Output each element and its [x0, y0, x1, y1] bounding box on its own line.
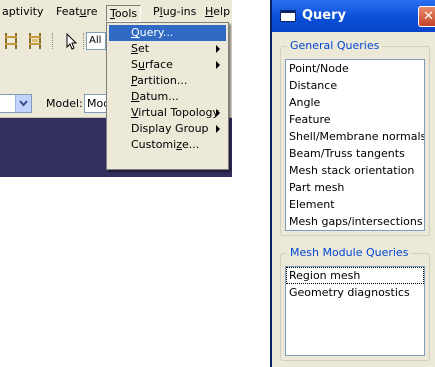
list-item[interactable]: Mesh stack orientation — [286, 162, 424, 179]
tools-menu-item-customize-label: e... — [181, 138, 200, 151]
tools-menu-item-set[interactable]: Set — [109, 41, 226, 57]
dialog-title-bar[interactable]: Query ✕ — [272, 0, 435, 32]
tools-menu-item-query-accel: Q — [131, 26, 140, 39]
menu-tools[interactable]: Tools — [106, 5, 142, 22]
tools-menu-item-datum-label: atum... — [139, 90, 179, 103]
list-item[interactable]: Point/Node — [286, 60, 424, 77]
selection-filter-value: All — [89, 35, 102, 46]
chevron-down-icon[interactable] — [15, 95, 31, 112]
menu-plug-ins[interactable]: Plug-ins — [149, 4, 200, 21]
submenu-arrow-icon — [216, 125, 220, 133]
menu-help-label-post: elp — [213, 5, 231, 18]
mesh-seed-icon[interactable] — [2, 31, 20, 51]
list-item[interactable]: Distance — [286, 77, 424, 94]
tools-menu-item-surface[interactable]: Surface — [109, 57, 226, 73]
menu-tools-label-post: ools — [114, 7, 138, 20]
selection-filter-combo[interactable]: All — [86, 32, 106, 50]
tools-menu-item-partition-label: artition... — [137, 74, 188, 87]
tools-menu-item-customize-pre: Customi — [131, 138, 177, 151]
list-item[interactable]: Geometry diagnostics — [286, 284, 424, 301]
toolbar-separator — [52, 33, 53, 49]
window-icon — [280, 10, 296, 22]
query-dialog: Query ✕ General Queries Point/Node Dista… — [270, 0, 435, 367]
menu-plug-ins-label-post: ug-ins — [162, 5, 197, 18]
menu-adaptivity[interactable]: aptivity — [0, 4, 47, 21]
tools-menu-item-query-label: uery... — [139, 26, 174, 39]
submenu-arrow-icon — [216, 61, 220, 69]
mesh-part-icon[interactable] — [26, 31, 44, 51]
tools-menu-item-display-group-label: Display Group — [131, 122, 209, 135]
list-item[interactable]: Feature — [286, 111, 424, 128]
mesh-module-queries-list[interactable]: Region mesh Geometry diagnostics — [285, 266, 425, 356]
menu-help[interactable]: Help — [201, 4, 232, 21]
menu-feature[interactable]: Feature — [52, 4, 102, 21]
list-item[interactable]: Mesh gaps/intersections — [286, 213, 424, 230]
list-item[interactable]: Beam/Truss tangents — [286, 145, 424, 162]
toolbar-separator — [83, 33, 84, 49]
list-item[interactable]: Region mesh — [286, 267, 424, 284]
tools-menu-dropdown: Query... Set Surface Partition... Datum.… — [106, 22, 229, 170]
menu-feature-label-post: re — [86, 5, 98, 18]
application-window: aptivity Feature Tools Plug-ins Help All… — [0, 0, 232, 177]
tools-menu-item-set-label: et — [137, 42, 150, 55]
tools-menu-item-virtual-topology[interactable]: Virtual Topology — [109, 105, 226, 121]
submenu-arrow-icon — [216, 45, 220, 53]
menu-bar: aptivity Feature Tools Plug-ins Help — [0, 0, 232, 23]
tools-menu-item-query[interactable]: Query... — [109, 25, 226, 41]
list-item[interactable]: Shell/Membrane normals — [286, 128, 424, 145]
tools-menu-item-set-accel: S — [131, 42, 138, 55]
tools-menu-item-surface-pre: S — [131, 58, 138, 71]
list-item[interactable]: Angle — [286, 94, 424, 111]
dialog-title: Query — [302, 8, 347, 23]
menu-feature-accel: u — [79, 5, 87, 18]
menu-plug-ins-label-pre: P — [153, 5, 160, 18]
tools-menu-item-partition[interactable]: Partition... — [109, 73, 226, 89]
tools-menu-item-surface-accel: u — [137, 58, 145, 71]
general-queries-title: General Queries — [287, 39, 383, 52]
model-label: Model: — [46, 97, 83, 110]
mesh-module-queries-title: Mesh Module Queries — [287, 246, 412, 259]
general-queries-list[interactable]: Point/Node Distance Angle Feature Shell/… — [285, 59, 425, 231]
tools-menu-item-virtual-topology-label: irtual Topology — [138, 106, 220, 119]
menu-feature-label-pre: Feat — [56, 5, 80, 18]
tools-menu-item-customize[interactable]: Customize... — [109, 137, 226, 153]
tools-menu-item-datum[interactable]: Datum... — [109, 89, 226, 105]
select-arrow-icon[interactable] — [62, 31, 80, 51]
general-queries-group: General Queries Point/Node Distance Angl… — [280, 39, 430, 236]
module-combo[interactable] — [0, 94, 32, 113]
submenu-arrow-icon — [216, 109, 220, 117]
tools-menu-item-display-group[interactable]: Display Group — [109, 121, 226, 137]
mesh-module-queries-group: Mesh Module Queries Region mesh Geometry… — [280, 246, 430, 361]
list-item[interactable]: Part mesh — [286, 179, 424, 196]
list-item[interactable]: Element — [286, 196, 424, 213]
tools-menu-item-surface-label: rface — [144, 58, 173, 71]
close-button[interactable]: ✕ — [418, 6, 435, 27]
